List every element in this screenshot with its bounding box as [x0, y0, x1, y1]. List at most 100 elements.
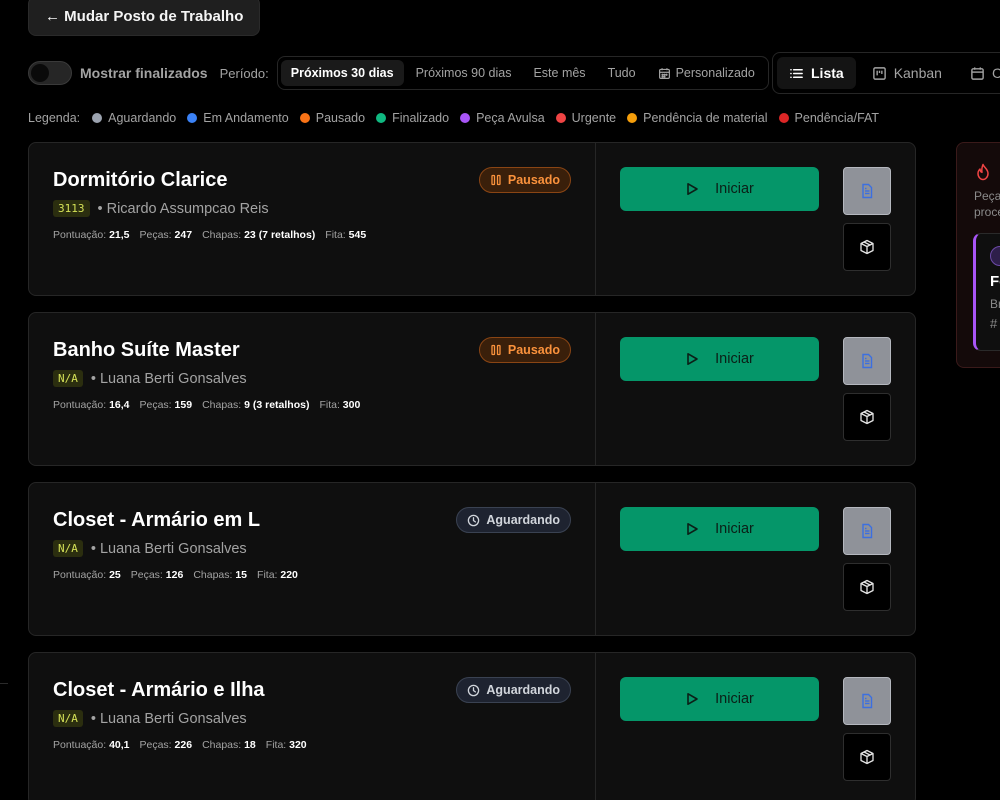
- job-code-badge: 3113: [53, 200, 90, 217]
- stat-sheets: Chapas: 9 (3 retalhos): [202, 399, 310, 411]
- stat-score: Pontuação: 25: [53, 569, 121, 581]
- start-button[interactable]: Iniciar: [620, 337, 819, 381]
- period-option-custom[interactable]: Personalizado: [648, 60, 765, 86]
- period-option-this-month[interactable]: Este mês: [523, 60, 595, 86]
- start-button[interactable]: Iniciar: [620, 677, 819, 721]
- stat-sheets: Chapas: 23 (7 retalhos): [202, 229, 316, 241]
- legend-dot: [376, 113, 387, 123]
- job-code-badge: N/A: [53, 540, 83, 557]
- document-icon: [862, 523, 873, 539]
- play-icon: [687, 183, 698, 195]
- job-card[interactable]: Closet - Armário em L N/A • Luana Berti …: [28, 482, 916, 636]
- package-button[interactable]: [843, 223, 891, 271]
- job-meta: N/A • Luana Berti Gonsalves: [53, 710, 247, 727]
- client-name: • Luana Berti Gonsalves: [90, 370, 247, 387]
- period-selector: Próximos 30 dias Próximos 90 dias Este m…: [276, 56, 769, 90]
- urgent-item-title: Fe: [990, 273, 1000, 290]
- show-finished-label: Mostrar finalizados: [80, 65, 208, 81]
- view-tab-list[interactable]: Lista: [777, 57, 856, 89]
- legend-dot: [92, 113, 103, 123]
- document-icon: [862, 693, 873, 709]
- urgent-item-card[interactable]: Fe Br #: [973, 233, 1000, 351]
- stat-pieces: Peças: 159: [139, 399, 193, 411]
- show-finished-toggle[interactable]: [28, 61, 72, 85]
- legend-dot: [627, 113, 638, 123]
- job-title: Closet - Armário em L: [53, 509, 261, 531]
- stat-score: Pontuação: 21,5: [53, 229, 130, 241]
- clock-icon: [468, 684, 480, 696]
- legend-label: Pendência/FAT: [794, 111, 880, 125]
- start-button[interactable]: Iniciar: [620, 507, 819, 551]
- job-meta: N/A • Luana Berti Gonsalves: [53, 370, 247, 387]
- job-stats: Pontuação: 16,4 Peças: 159 Chapas: 9 (3 …: [53, 399, 360, 411]
- legend-dot: [555, 113, 566, 123]
- document-button[interactable]: [843, 337, 891, 385]
- start-label: Iniciar: [715, 691, 754, 707]
- job-title: Dormitório Clarice: [53, 169, 228, 191]
- period-option-label: Próximos 90 dias: [415, 66, 512, 80]
- view-tab-calendar[interactable]: Ca: [958, 57, 1000, 89]
- legend-dot: [460, 113, 471, 123]
- toggle-knob: [31, 64, 49, 82]
- job-title: Closet - Armário e Ilha: [53, 679, 265, 701]
- document-button[interactable]: [843, 677, 891, 725]
- document-icon: [862, 183, 873, 199]
- urgent-item-subtitle: Br: [990, 297, 1000, 311]
- status-legend: Legenda: Aguardando Em Andamento Pausado…: [28, 110, 890, 126]
- legend-item: Pausado: [299, 111, 365, 125]
- job-card[interactable]: Dormitório Clarice 3113 • Ricardo Assump…: [28, 142, 916, 296]
- package-button[interactable]: [843, 563, 891, 611]
- view-switcher: Lista Kanban Ca: [772, 52, 1000, 94]
- view-tab-label: Ca: [991, 65, 1000, 81]
- view-tab-label: Kanban: [893, 65, 942, 81]
- list-icon: [790, 68, 803, 78]
- package-icon: [860, 749, 874, 765]
- pause-icon: [491, 174, 501, 186]
- package-button[interactable]: [843, 733, 891, 781]
- stat-tape: Fita: 300: [319, 399, 361, 411]
- package-button[interactable]: [843, 393, 891, 441]
- client-name: • Ricardo Assumpcao Reis: [97, 200, 269, 217]
- job-card[interactable]: Banho Suíte Master N/A • Luana Berti Gon…: [28, 312, 916, 466]
- job-stats: Pontuação: 40,1 Peças: 226 Chapas: 18 Fi…: [53, 739, 307, 751]
- flame-icon: [977, 163, 989, 181]
- status-label: Aguardando: [486, 513, 560, 527]
- view-tab-kanban[interactable]: Kanban: [860, 57, 954, 89]
- package-icon: [860, 409, 874, 425]
- stat-score: Pontuação: 40,1: [53, 739, 130, 751]
- edge-divider: [0, 683, 8, 684]
- play-icon: [687, 353, 698, 365]
- legend-label: Aguardando: [108, 111, 177, 125]
- stat-score: Pontuação: 16,4: [53, 399, 130, 411]
- legend-label: Urgente: [571, 111, 617, 125]
- start-button[interactable]: Iniciar: [620, 167, 819, 211]
- legend-label: Finalizado: [392, 111, 450, 125]
- kanban-icon: [872, 66, 886, 80]
- status-badge: Aguardando: [456, 507, 571, 533]
- legend-label: Em Andamento: [203, 111, 289, 125]
- job-meta: 3113 • Ricardo Assumpcao Reis: [53, 200, 269, 217]
- job-title: Banho Suíte Master: [53, 339, 240, 361]
- change-workstation-button[interactable]: ← Mudar Posto de Trabalho: [28, 0, 261, 36]
- legend-item: Urgente: [555, 111, 617, 125]
- legend-label: Pendência de material: [643, 111, 768, 125]
- card-divider: [595, 483, 596, 635]
- job-stats: Pontuação: 25 Peças: 126 Chapas: 15 Fita…: [53, 569, 298, 581]
- period-option-next-90-days[interactable]: Próximos 90 dias: [406, 60, 522, 86]
- legend-dot: [187, 113, 198, 123]
- stat-tape: Fita: 220: [257, 569, 298, 581]
- stat-pieces: Peças: 247: [139, 229, 193, 241]
- status-badge: Pausado: [478, 337, 571, 363]
- pause-icon: [491, 344, 501, 356]
- period-option-next-30-days[interactable]: Próximos 30 dias: [280, 60, 404, 86]
- job-code-badge: N/A: [53, 370, 83, 387]
- document-button[interactable]: [843, 507, 891, 555]
- stat-tape: Fita: 320: [265, 739, 307, 751]
- stat-sheets: Chapas: 15: [193, 569, 248, 581]
- document-button[interactable]: [843, 167, 891, 215]
- period-option-label: Este mês: [533, 66, 586, 80]
- legend-label: Peça Avulsa: [476, 111, 545, 125]
- job-card[interactable]: Closet - Armário e Ilha N/A • Luana Bert…: [28, 652, 916, 800]
- legend-item: Aguardando: [92, 111, 176, 125]
- period-option-all[interactable]: Tudo: [598, 60, 646, 86]
